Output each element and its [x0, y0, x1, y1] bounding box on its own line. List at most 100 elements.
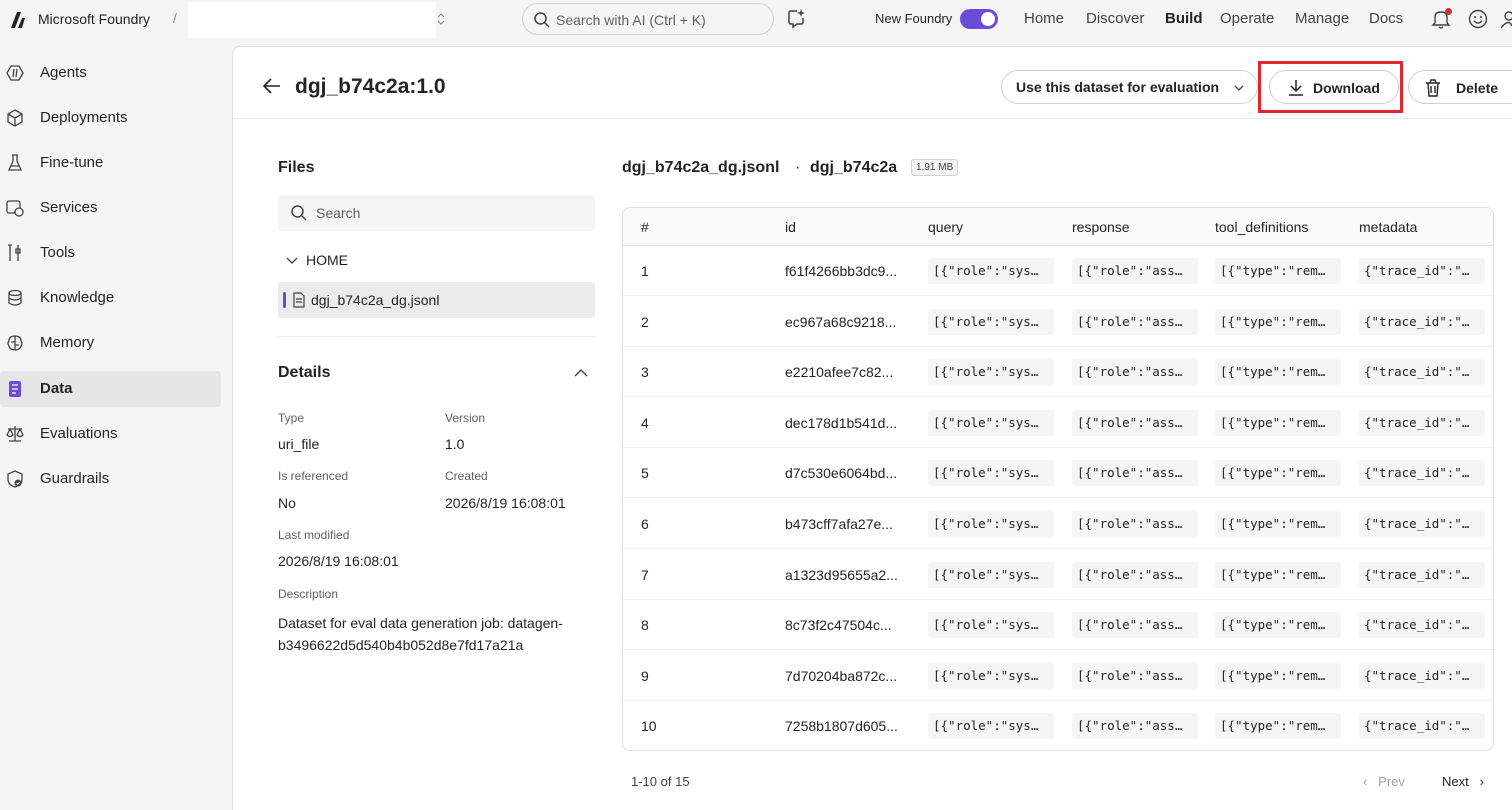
next-page-button[interactable]: Next ›: [1442, 774, 1484, 789]
pagination-info: 1-10 of 15: [631, 774, 690, 789]
chevron-updown-icon[interactable]: [436, 12, 446, 26]
cell-query[interactable]: [{"role":"sys…: [928, 561, 1054, 588]
cell-response[interactable]: [{"role":"ass…: [1072, 662, 1198, 689]
use-for-evaluation-button[interactable]: Use this dataset for evaluation: [1001, 70, 1258, 104]
cell-metadata[interactable]: {"trace_id":"…: [1359, 409, 1485, 436]
cell-metadata[interactable]: {"trace_id":"…: [1359, 713, 1485, 740]
cell-tool-definitions[interactable]: [{"type":"rem…: [1215, 662, 1341, 689]
table-row[interactable]: 2 ec967a68c9218... [{"role":"sys… [{"role":…: [623, 297, 1493, 347]
sidebar-item-memory[interactable]: Memory: [0, 325, 221, 361]
table-row[interactable]: 4 dec178d1b541d... [{"role":"sys… [{"role":…: [623, 398, 1493, 448]
cell-query[interactable]: [{"role":"sys…: [928, 308, 1054, 335]
cell-metadata[interactable]: {"trace_id":"…: [1359, 258, 1485, 284]
table-row[interactable]: 8 8c73f2c47504c... [{"role":"sys… [{"role":…: [623, 600, 1493, 651]
cell-query[interactable]: [{"role":"sys…: [928, 409, 1054, 436]
column-header[interactable]: response: [1072, 219, 1130, 235]
cell-metadata[interactable]: {"trace_id":"…: [1359, 359, 1485, 386]
column-header[interactable]: #: [641, 219, 649, 235]
cell-tool-definitions[interactable]: [{"type":"rem…: [1215, 561, 1341, 588]
sidebar-item-tools[interactable]: Tools: [0, 235, 221, 271]
cell-response[interactable]: [{"role":"ass…: [1072, 258, 1198, 284]
cell-query[interactable]: [{"role":"sys…: [928, 460, 1054, 487]
column-header[interactable]: tool_definitions: [1215, 219, 1308, 235]
table-row[interactable]: 1 f61f4266bb3dc9... [{"role":"sys… [{"role"…: [623, 246, 1493, 296]
cell-query[interactable]: [{"role":"sys…: [928, 511, 1054, 537]
cell-query[interactable]: [{"role":"sys…: [928, 713, 1054, 740]
nav-build[interactable]: Build: [1165, 10, 1203, 27]
foundry-logo-icon[interactable]: [8, 10, 28, 30]
brand-name[interactable]: Microsoft Foundry: [38, 11, 150, 27]
table-row[interactable]: 10 7258b1807d605... [{"role":"sys… [{"role"…: [623, 701, 1493, 750]
tree-file-item[interactable]: dgj_b74c2a_dg.jsonl: [278, 282, 595, 318]
delete-button[interactable]: Delete: [1408, 70, 1512, 104]
sidebar-item-data[interactable]: Data: [0, 371, 221, 407]
sidebar-item-agents[interactable]: Agents: [0, 55, 221, 91]
tools-icon: [8, 244, 21, 261]
chevron-up-icon[interactable]: [573, 367, 589, 379]
global-search-input[interactable]: Search with AI (Ctrl + K): [522, 3, 774, 35]
cell-tool-definitions[interactable]: [{"type":"rem…: [1215, 713, 1341, 740]
cell-response[interactable]: [{"role":"ass…: [1072, 713, 1198, 740]
nav-discover[interactable]: Discover: [1086, 10, 1144, 27]
cell-response[interactable]: [{"role":"ass…: [1072, 359, 1198, 386]
cell-tool-definitions[interactable]: [{"type":"rem…: [1215, 409, 1341, 436]
smiley-feedback-icon[interactable]: [1467, 8, 1489, 30]
file-size-badge: 1.91 MB: [911, 159, 959, 176]
back-arrow-icon[interactable]: [261, 75, 283, 97]
cell-response[interactable]: [{"role":"ass…: [1072, 511, 1198, 537]
sidebar-item-guardrails[interactable]: Guardrails: [0, 461, 221, 497]
cell-query[interactable]: [{"role":"sys…: [928, 612, 1054, 639]
cell-tool-definitions[interactable]: [{"type":"rem…: [1215, 258, 1341, 284]
table-header: # id query response tool_definitions met…: [623, 208, 1493, 246]
cell-metadata[interactable]: {"trace_id":"…: [1359, 662, 1485, 689]
cell-tool-definitions[interactable]: [{"type":"rem…: [1215, 359, 1341, 386]
cell-response[interactable]: [{"role":"ass…: [1072, 308, 1198, 335]
created-label: Created: [445, 469, 488, 483]
sidebar-item-evaluations[interactable]: Evaluations: [0, 416, 221, 452]
column-header[interactable]: id: [785, 219, 796, 235]
cell-response[interactable]: [{"role":"ass…: [1072, 561, 1198, 588]
cell-query[interactable]: [{"role":"sys…: [928, 662, 1054, 689]
table-row[interactable]: 7 a1323d95655a2... [{"role":"sys… [{"role":…: [623, 550, 1493, 600]
cell-metadata[interactable]: {"trace_id":"…: [1359, 561, 1485, 588]
sidebar-item-services[interactable]: Services: [0, 190, 221, 226]
table-row[interactable]: 3 e2210afee7c82... [{"role":"sys… [{"role":…: [623, 347, 1493, 398]
account-icon[interactable]: [1500, 8, 1512, 30]
cell-query[interactable]: [{"role":"sys…: [928, 258, 1054, 284]
cell-metadata[interactable]: {"trace_id":"…: [1359, 612, 1485, 639]
next-label: Next: [1442, 774, 1469, 789]
scale-icon: [6, 426, 24, 442]
sidebar-item-fine-tune[interactable]: Fine-tune: [0, 145, 221, 181]
nav-manage[interactable]: Manage: [1295, 10, 1349, 27]
cell-metadata[interactable]: {"trace_id":"…: [1359, 460, 1485, 487]
column-header[interactable]: query: [928, 219, 963, 235]
download-label: Download: [1313, 80, 1380, 96]
ai-chat-icon[interactable]: [785, 7, 807, 29]
cell-response[interactable]: [{"role":"ass…: [1072, 409, 1198, 436]
column-header[interactable]: metadata: [1359, 219, 1417, 235]
cell-tool-definitions[interactable]: [{"type":"rem…: [1215, 511, 1341, 537]
table-row[interactable]: 6 b473cff7afa27e... [{"role":"sys… [{"role"…: [623, 499, 1493, 549]
nav-docs[interactable]: Docs: [1369, 10, 1403, 27]
row-number: 1: [641, 263, 649, 279]
project-selector[interactable]: [188, 2, 436, 38]
cell-query[interactable]: [{"role":"sys…: [928, 359, 1054, 386]
download-button[interactable]: Download: [1269, 70, 1399, 104]
cell-tool-definitions[interactable]: [{"type":"rem…: [1215, 308, 1341, 335]
cell-metadata[interactable]: {"trace_id":"…: [1359, 511, 1485, 537]
cell-tool-definitions[interactable]: [{"type":"rem…: [1215, 612, 1341, 639]
files-search-input[interactable]: Search: [278, 195, 595, 231]
cell-metadata[interactable]: {"trace_id":"…: [1359, 308, 1485, 335]
sidebar-item-label: Fine-tune: [40, 154, 104, 171]
sidebar-item-knowledge[interactable]: Knowledge: [0, 280, 221, 316]
table-row[interactable]: 9 7d70204ba872c... [{"role":"sys… [{"role":…: [623, 651, 1493, 701]
cell-response[interactable]: [{"role":"ass…: [1072, 612, 1198, 639]
cell-response[interactable]: [{"role":"ass…: [1072, 460, 1198, 487]
sidebar-item-deployments[interactable]: Deployments: [0, 100, 221, 136]
cell-tool-definitions[interactable]: [{"type":"rem…: [1215, 460, 1341, 487]
nav-operate[interactable]: Operate: [1220, 10, 1274, 27]
table-row[interactable]: 5 d7c530e6064bd... [{"role":"sys… [{"role":…: [623, 448, 1493, 499]
nav-home[interactable]: Home: [1024, 10, 1064, 27]
new-foundry-toggle[interactable]: [960, 9, 998, 29]
main-panel: dgj_b74c2a:1.0 Use this dataset for eval…: [232, 46, 1512, 810]
